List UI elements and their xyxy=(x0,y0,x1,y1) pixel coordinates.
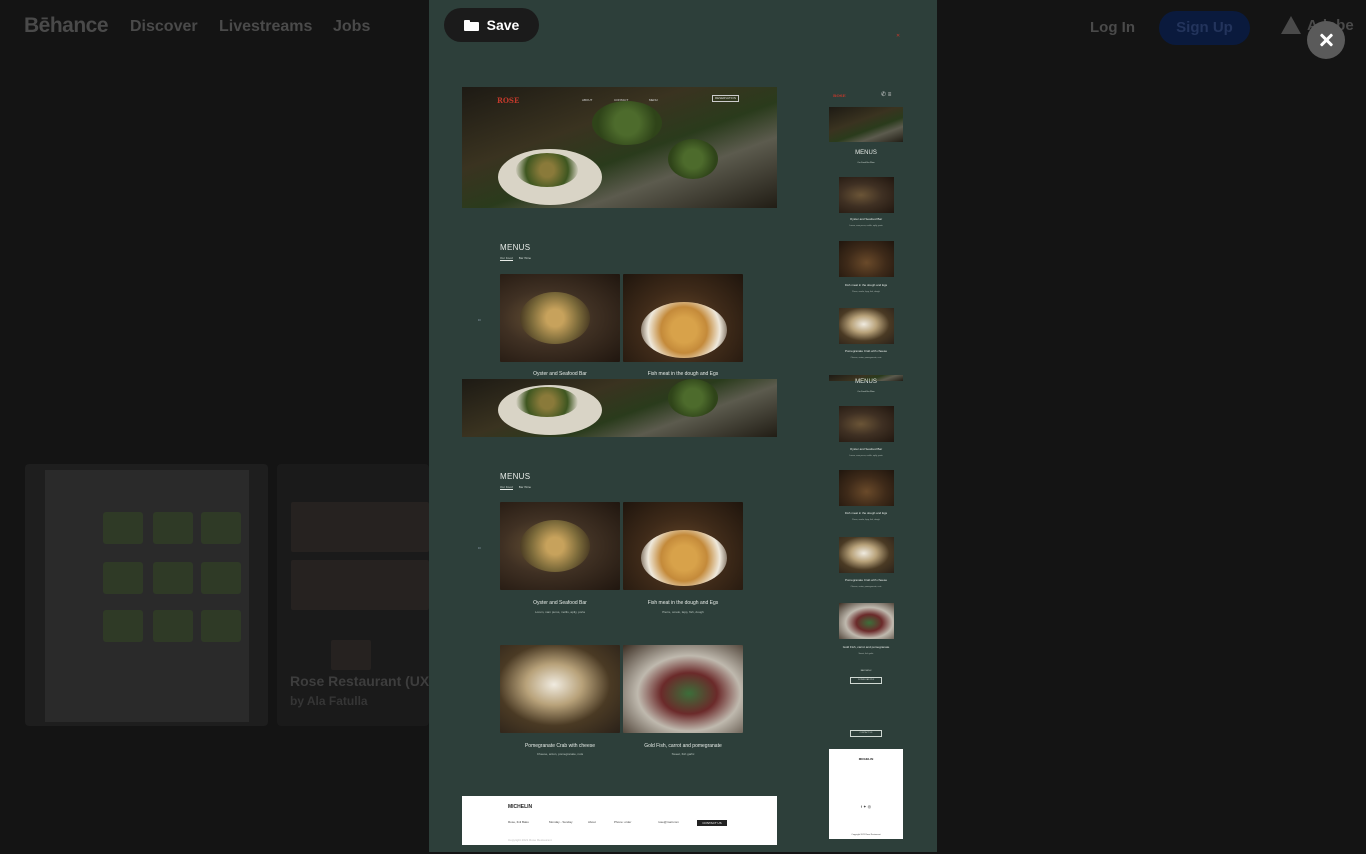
dish-name: Gold Fish, carrot and pomegranate xyxy=(644,743,722,749)
mobile-mockup: ROSE ✆ ≡ MENUS Our Food Bar Wine Oyster … xyxy=(829,87,903,839)
dish-image-fish xyxy=(623,274,743,362)
project-card[interactable] xyxy=(25,464,268,726)
footer-links: About xyxy=(588,820,596,824)
hero-nav-item: MENU xyxy=(649,98,658,102)
mobile-dish-name: Pomegranate Crab with cheese xyxy=(844,578,888,582)
mobile-dish-name: Gold Fish, carrot and pomegranate xyxy=(842,645,890,649)
mobile-social-icons: f ✦ ◎ xyxy=(860,804,872,809)
corner-mark: ✕ xyxy=(896,33,901,39)
save-button[interactable]: Save xyxy=(444,8,539,42)
reservation-button: RESERVATION xyxy=(712,95,739,102)
hero-image: ROSE ABOUT CONTACT MENU RESERVATION xyxy=(462,87,777,208)
copyright: Copyright 2021 Rose Restaurant xyxy=(508,838,552,842)
mobile-dish-desc: Pierre, omelo, lapp, fish, dough xyxy=(852,291,880,293)
site-logo: ROSE xyxy=(497,96,520,105)
desktop-mockup: ROSE ABOUT CONTACT MENU RESERVATION MENU… xyxy=(462,87,777,845)
mobile-menus-heading: MENUS xyxy=(855,150,877,156)
michelin-logo: MICHELIN xyxy=(508,804,533,810)
mobile-download-button: DOWNLOAD PDF xyxy=(850,677,882,684)
mobile-dish-image xyxy=(839,470,894,506)
dish-name: Fish meat in the dough and Egs xyxy=(647,371,719,377)
project-card-author: by Ala Fatulla xyxy=(290,694,368,708)
mobile-dish-name: Pomegranate Crab with cheese xyxy=(844,349,888,353)
save-label: Save xyxy=(486,17,520,33)
dish-name: Pomegranate Crab with cheese xyxy=(524,743,596,749)
mobile-header: ROSE ✆ ≡ xyxy=(829,87,903,107)
footer-contact-button: CONTACT US xyxy=(697,820,727,826)
mobile-copyright: Copyright 2021 Rose Restaurant xyxy=(851,834,881,836)
project-card[interactable]: Rose Restaurant (UX/UI) by Ala Fatulla xyxy=(277,464,429,726)
mobile-dish-image xyxy=(839,537,894,573)
tab-our-food: Our Food xyxy=(500,485,513,490)
project-card-title: Rose Restaurant (UX/UI) xyxy=(290,673,429,689)
mobile-dish-desc: Sweet, fish garlic xyxy=(858,653,874,655)
dish-desc: Sweet, fish garlic xyxy=(671,752,695,756)
dish-name: Oyster and Seafood Bar xyxy=(533,371,587,377)
adobe-icon xyxy=(1281,16,1301,34)
dish-image-goldfish xyxy=(623,645,743,733)
tab-our-food: Our Food xyxy=(500,256,513,261)
dish-image-fish xyxy=(623,502,743,590)
mobile-dish-desc: Cheese, anton, pomegranate, nuts xyxy=(850,357,882,359)
signup-button[interactable]: Sign Up xyxy=(1159,11,1250,45)
mobile-dish-image xyxy=(839,603,894,639)
mobile-dish-image xyxy=(839,406,894,442)
dish-name: Fish meat in the dough and Egs xyxy=(647,600,719,606)
hero-image-strip xyxy=(462,379,777,437)
mobile-dish-image xyxy=(839,177,894,213)
mobile-dish-desc: Lorem, nam purus, mollis, aptly, porta xyxy=(849,455,883,457)
footer-hours: Monday - Sunday xyxy=(549,820,573,824)
mobile-dish-name: Fish meat in the dough and Egs xyxy=(844,511,888,515)
mobile-michelin-logo: MICHELIN xyxy=(858,757,874,761)
mobile-logo: ROSE xyxy=(833,93,846,98)
project-modal: Save ✕ ROSE ABOUT CONTACT MENU RESERVATI… xyxy=(429,0,937,852)
mobile-dish-desc: Lorem, nam purus, mollis, aptly, porta xyxy=(849,225,883,227)
mobile-dish-name: Oyster and Seafood Bar xyxy=(849,447,883,451)
mobile-bar-menu: BAR MENU xyxy=(860,670,872,672)
nav-livestreams[interactable]: Livestreams xyxy=(219,18,312,36)
mobile-dish-desc: Pierre, omelo, lapp, fish, dough xyxy=(852,519,880,521)
dish-name: Oyster and Seafood Bar xyxy=(533,600,587,606)
menus-heading: MENUS xyxy=(500,472,531,481)
hero-nav-item: CONTACT xyxy=(614,98,629,102)
footer-email: rose@mail.com xyxy=(658,820,679,824)
footer-address: Rose, Ilnil Baku xyxy=(508,820,529,824)
dish-desc: Lorem, nam purus, mollis, aptly, porta xyxy=(535,610,585,614)
mobile-menu-icon: ✆ ≡ xyxy=(881,92,892,98)
dish-image-oyster xyxy=(500,274,620,362)
nav-jobs[interactable]: Jobs xyxy=(333,18,370,36)
hero-nav-item: ABOUT xyxy=(582,98,593,102)
menu-tabs: Our Food Bar Wine xyxy=(500,256,531,261)
mobile-menu-tabs: Our Food Bar Wine xyxy=(857,391,875,393)
dish-desc: Cheese, anton, pomegranate, nuts xyxy=(536,752,584,756)
nav-discover[interactable]: Discover xyxy=(130,18,198,36)
mobile-hero-image xyxy=(829,107,903,142)
mobile-footer: MICHELIN f ✦ ◎ Copyright 2021 Rose Resta… xyxy=(829,749,903,839)
mobile-dish-name: Oyster and Seafood Bar xyxy=(849,217,883,221)
footer-phone: Phone: order xyxy=(614,820,632,824)
mobile-dish-name: Fish meat in the dough and Egs xyxy=(844,283,888,287)
slider-dots: •• xyxy=(478,545,481,550)
login-link[interactable]: Log In xyxy=(1090,19,1135,36)
mobile-dish-desc: Cheese, anton, pomegranate, nuts xyxy=(850,586,882,588)
mobile-contact-button: CONTACT US xyxy=(850,730,882,737)
behance-logo[interactable]: Bēhance xyxy=(24,14,109,38)
dish-image-oyster xyxy=(500,502,620,590)
tab-bar-wine: Bar Wine xyxy=(518,485,532,489)
menu-tabs: Our Food Bar Wine xyxy=(500,485,531,490)
dish-desc: Pierre, omelo, lapp, fish, dough xyxy=(662,610,704,614)
slider-dots: •• xyxy=(478,317,481,322)
dish-image-crab xyxy=(500,645,620,733)
menus-heading: MENUS xyxy=(500,243,531,252)
mobile-menus-heading: MENUS xyxy=(855,379,877,385)
tab-bar-wine: Bar Wine xyxy=(518,256,532,260)
close-modal-button[interactable] xyxy=(1307,21,1345,59)
project-thumbnail xyxy=(45,470,249,722)
mobile-dish-image xyxy=(839,241,894,277)
folder-icon xyxy=(463,19,479,31)
mobile-dish-image xyxy=(839,308,894,344)
mobile-menu-tabs: Our Food Bar Wine xyxy=(857,162,875,164)
close-icon xyxy=(1319,33,1333,47)
